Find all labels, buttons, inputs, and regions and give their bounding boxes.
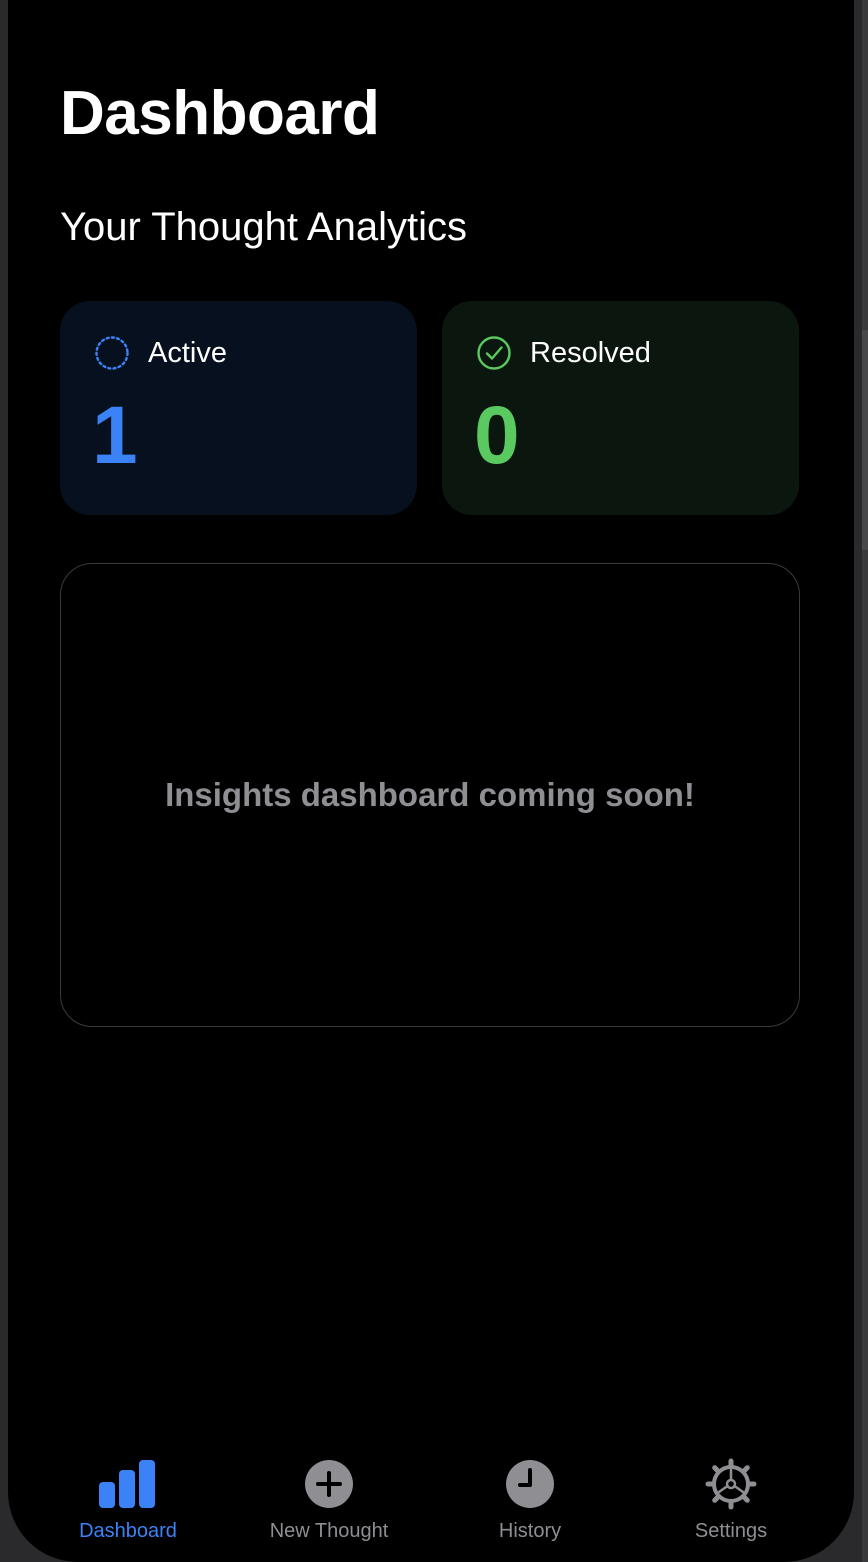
check-circle-icon (477, 336, 511, 370)
bar-chart-icon (99, 1460, 155, 1508)
tab-history[interactable]: History (430, 1458, 630, 1543)
tab-new-thought-label: New Thought (269, 1520, 389, 1542)
insights-panel: Insights dashboard coming soon! (60, 563, 800, 1027)
gear-icon (705, 1458, 757, 1510)
tab-dashboard[interactable]: Dashboard (28, 1458, 228, 1543)
page-title: Dashboard (60, 79, 380, 148)
device-side-button (862, 330, 868, 550)
active-stat-value: 1 (92, 390, 138, 481)
device-edge (862, 0, 868, 1562)
device-frame: Dashboard Your Thought Analytics Active … (0, 0, 868, 1562)
active-stat-card[interactable]: Active 1 (60, 301, 417, 515)
dotted-circle-icon (95, 336, 129, 370)
plus-circle-icon (305, 1460, 353, 1508)
tab-settings-label: Settings (694, 1520, 768, 1542)
tab-new-thought[interactable]: New Thought (229, 1458, 429, 1543)
tab-dashboard-label: Dashboard (79, 1520, 177, 1542)
active-stat-label: Active (148, 337, 227, 369)
resolved-stat-header: Resolved (476, 335, 651, 371)
clock-icon (506, 1460, 554, 1508)
section-title: Your Thought Analytics (60, 205, 467, 249)
tab-history-label: History (498, 1520, 562, 1542)
resolved-stat-label: Resolved (530, 337, 651, 369)
tab-settings[interactable]: Settings (631, 1458, 831, 1543)
active-stat-header: Active (94, 335, 227, 371)
resolved-stat-card[interactable]: Resolved 0 (442, 301, 799, 515)
insights-placeholder-text: Insights dashboard coming soon! (165, 776, 695, 813)
tab-bar: Dashboard New Thought History Settings (8, 1440, 854, 1562)
resolved-stat-value: 0 (474, 390, 520, 481)
app-screen: Dashboard Your Thought Analytics Active … (8, 0, 854, 1562)
